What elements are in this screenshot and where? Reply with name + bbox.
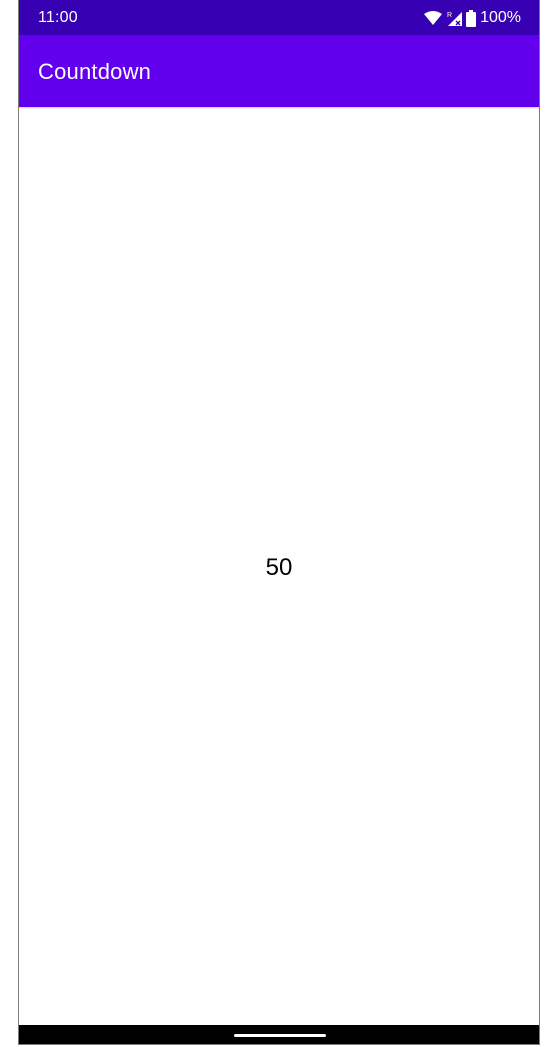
app-bar-title: Countdown	[38, 59, 152, 84]
main-content: 50	[19, 109, 539, 1025]
countdown-value: 50	[265, 554, 293, 581]
status-time: 11:00	[38, 9, 78, 26]
status-bar: 11:00 R 100%	[19, 0, 539, 35]
battery-percentage: 100%	[480, 9, 521, 26]
home-handle[interactable]	[234, 1034, 326, 1037]
battery-icon	[466, 9, 477, 27]
navigation-bar	[19, 1025, 539, 1044]
device-screen: 11:00 R 100% Countdown 50	[18, 0, 540, 1045]
signal-icon: R	[446, 10, 463, 26]
wifi-icon	[424, 11, 443, 25]
svg-text:R: R	[447, 12, 452, 19]
status-icons: R 100%	[424, 8, 521, 28]
app-bar: Countdown	[19, 35, 539, 107]
